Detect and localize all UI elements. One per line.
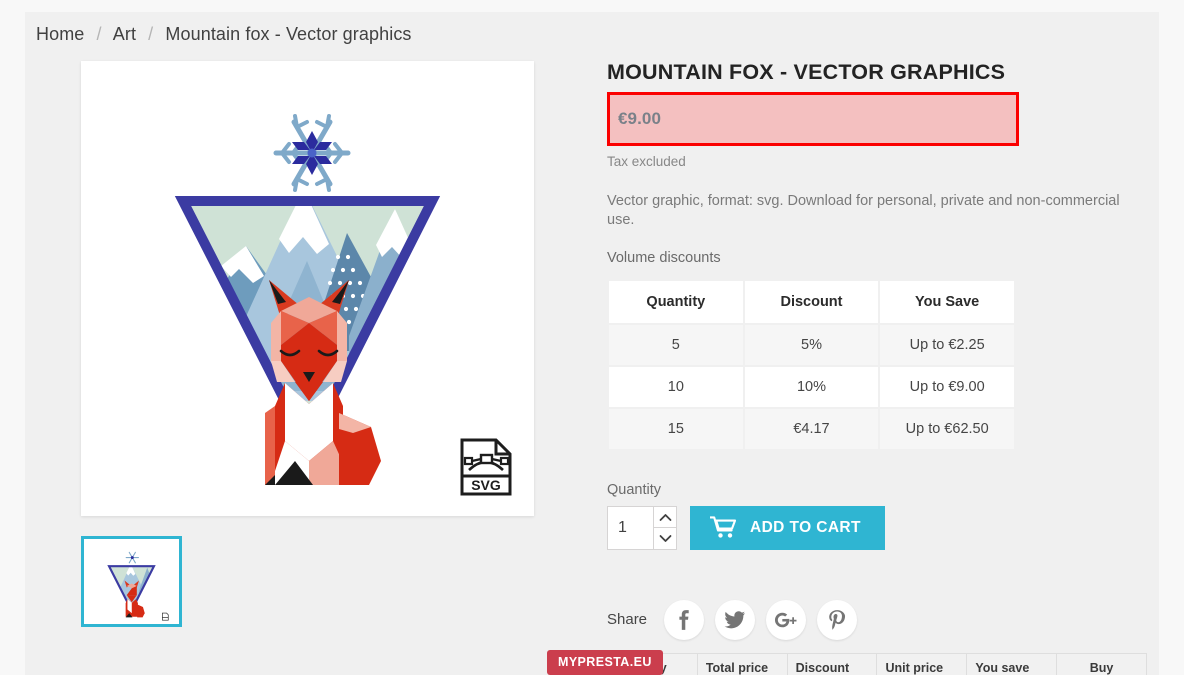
add-to-cart-button[interactable]: Add to cart (690, 505, 885, 550)
chevron-up-icon (659, 513, 671, 521)
product-gallery: SVG (81, 61, 534, 627)
thumbnail-strip (81, 536, 534, 627)
google-plus-icon (774, 612, 797, 628)
breadcrumb-item-home[interactable]: Home (36, 24, 84, 44)
column-header-discount: Discount (744, 280, 879, 323)
thumbnail-item-1[interactable] (81, 536, 182, 627)
column-header-discount: Discount (786, 652, 878, 675)
cell-discount: 10% (744, 366, 879, 407)
table-header-row: Quantity Discount You Save (609, 280, 1014, 323)
cell-you-save: Up to €2.25 (880, 324, 1014, 365)
breadcrumb: Home / Art / Mountain fox - Vector graph… (36, 24, 412, 45)
quantity-input[interactable] (608, 506, 653, 549)
breadcrumb-separator: / (148, 24, 154, 44)
column-header-buy: Buy (1056, 652, 1147, 675)
breadcrumb-item-art[interactable]: Art (113, 24, 136, 44)
share-button-pinterest[interactable] (817, 599, 858, 640)
cell-discount: 5% (744, 324, 879, 365)
twitter-icon (724, 611, 746, 629)
breadcrumb-separator: / (96, 24, 102, 44)
column-header-total-price: Total price (696, 652, 788, 675)
cell-discount: €4.17 (744, 408, 879, 449)
share-button-twitter[interactable] (715, 599, 756, 640)
cell-you-save: Up to €9.00 (880, 366, 1014, 407)
svg-file-icon: SVG (460, 438, 512, 496)
tax-note: Tax excluded (607, 153, 686, 169)
table-row[interactable]: 15 €4.17 Up to €62.50 (609, 408, 1014, 449)
page-title: MOUNTAIN FOX - VECTOR GRAPHICS (607, 60, 1006, 84)
quantity-label: Quantity (607, 481, 661, 498)
add-to-cart-label: Add to cart (750, 518, 861, 536)
share-row: Share (607, 599, 1147, 640)
volume-discounts-label: Volume discounts (607, 249, 721, 266)
product-price: €9.00 (618, 108, 662, 128)
quantity-spinner (653, 506, 676, 549)
table-row[interactable]: 10 10% Up to €9.00 (609, 366, 1014, 407)
share-label: Share (607, 611, 648, 629)
cell-quantity: 5 (609, 324, 743, 365)
product-description: Vector graphic, format: svg. Download fo… (607, 192, 1120, 229)
price-breakdown-table: Quantity Total price Discount Unit price… (607, 652, 1147, 675)
facebook-icon (679, 609, 689, 630)
table-row[interactable]: 5 5% Up to €2.25 (609, 324, 1014, 365)
product-detail: MOUNTAIN FOX - VECTOR GRAPHICS €9.00 Tax… (607, 60, 1147, 675)
cell-quantity: 15 (609, 408, 743, 449)
product-main-image[interactable]: SVG (81, 61, 534, 516)
pinterest-icon (829, 609, 846, 630)
share-button-google-plus[interactable] (766, 599, 807, 640)
quantity-decrement-button[interactable] (654, 527, 676, 549)
price-highlight-box: €9.00 (607, 91, 1019, 146)
purchase-row: Add to cart (607, 505, 1147, 550)
thumbnail-fox-illustration (90, 540, 173, 623)
column-header-quantity: Quantity (609, 280, 743, 323)
column-header-unit-price: Unit price (876, 652, 968, 675)
quantity-increment-button[interactable] (654, 506, 676, 528)
svg-text:SVG: SVG (471, 477, 501, 493)
table-header-row: Quantity Total price Discount Unit price… (607, 652, 1147, 675)
page-root: Home / Art / Mountain fox - Vector graph… (0, 0, 1184, 675)
breadcrumb-item-current: Mountain fox - Vector graphics (165, 24, 412, 44)
chevron-down-icon (659, 535, 671, 542)
cell-you-save: Up to €62.50 (880, 408, 1014, 449)
share-button-facebook[interactable] (664, 599, 705, 640)
cell-quantity: 10 (609, 366, 743, 407)
volume-discounts-table: Quantity Discount You Save 5 5% Up to €2… (607, 279, 1016, 451)
mypresta-badge[interactable]: MYPRESTA.EU (547, 650, 663, 675)
column-header-you-save: You Save (880, 280, 1014, 323)
column-header-you-save: You save (966, 652, 1058, 675)
quantity-stepper[interactable] (607, 505, 677, 550)
shopping-cart-icon (710, 516, 736, 538)
